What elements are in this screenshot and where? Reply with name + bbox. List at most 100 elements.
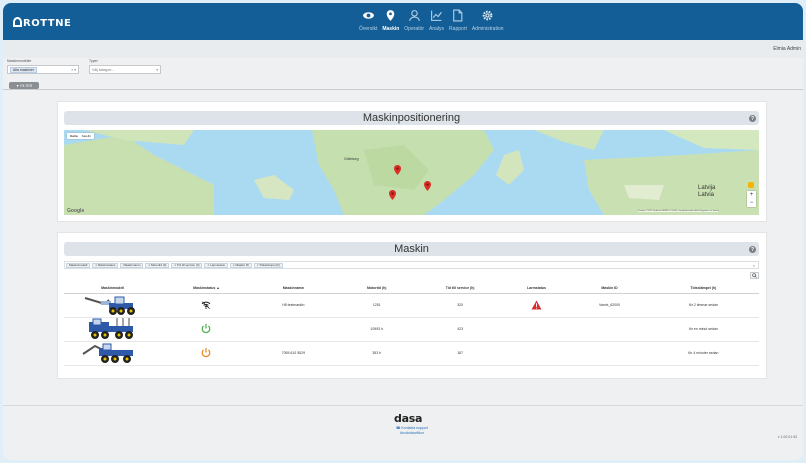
map-panel-title: Maskinpositionering bbox=[64, 111, 759, 125]
filter-toggle-tab[interactable]: ▼ FILTER bbox=[9, 82, 39, 89]
power-green-icon bbox=[202, 323, 211, 334]
nav-rapport[interactable]: Rapport bbox=[449, 9, 467, 39]
table-row[interactable]: 7055 610 5529 353 h 187 för 4 minuter se… bbox=[64, 341, 759, 366]
type-select[interactable]: Välj kategori... ▾ bbox=[89, 65, 161, 74]
machine-status-cell bbox=[161, 317, 252, 342]
terms-link[interactable]: Användarvillkor bbox=[396, 431, 428, 436]
column-chip[interactable]: Maskinmodell bbox=[66, 262, 91, 268]
map-type-satellite[interactable]: Satellit bbox=[82, 134, 91, 138]
column-chip[interactable]: Maskinnamn bbox=[120, 262, 144, 268]
harvester-machine-image bbox=[84, 296, 135, 315]
street-view-pegman-icon[interactable] bbox=[748, 182, 754, 188]
table-row[interactable]: H8 testmaskin 1251 320 Vamix_62000 för 2… bbox=[64, 293, 759, 318]
header-maskin-id[interactable]: Maskin ID bbox=[571, 283, 648, 294]
machine-model-select[interactable]: Alla maskiner × ▾ bbox=[7, 65, 79, 74]
zoom-control: + − bbox=[747, 191, 756, 207]
chart-icon bbox=[431, 10, 442, 21]
help-icon[interactable]: ? bbox=[749, 246, 756, 253]
column-chip[interactable]: × Maskin ID bbox=[229, 262, 252, 268]
column-chip[interactable]: × Tidsstämpel (h) bbox=[253, 262, 283, 268]
alarm-status-cell bbox=[501, 293, 572, 318]
machine-id-cell bbox=[571, 341, 648, 366]
gear-icon bbox=[482, 10, 493, 21]
machine-model-label: Maskinmodeller bbox=[7, 59, 32, 63]
footer-links: ☎ Kontakta support Användarvillkor bbox=[396, 426, 428, 435]
table-row[interactable]: 10993 h 423 för en minut sedan bbox=[64, 317, 759, 342]
machine-id-cell: Vamix_62000 bbox=[571, 293, 648, 318]
map-type-map[interactable]: Karta bbox=[70, 134, 78, 138]
machine-chip[interactable]: Alla maskiner bbox=[10, 66, 38, 73]
machine-status-cell bbox=[161, 341, 252, 366]
wifi-icon bbox=[202, 301, 211, 309]
machine-map-pin[interactable] bbox=[389, 190, 396, 201]
document-icon bbox=[453, 9, 463, 22]
timestamp-cell: för en minut sedan bbox=[647, 317, 759, 342]
zoom-out-button[interactable]: − bbox=[747, 199, 756, 207]
search-icon bbox=[752, 273, 757, 278]
motor-time-cell: 1251 bbox=[335, 293, 419, 318]
machine-model-cell bbox=[64, 317, 162, 342]
nav-administration[interactable]: Administration bbox=[472, 9, 504, 39]
nav-analys[interactable]: Analys bbox=[429, 9, 444, 39]
app-window: ROTTNE Översikt Maskin Operatör Analys R… bbox=[3, 3, 803, 460]
filter-bar: Maskinmodeller Alla maskiner × ▾ Typer V… bbox=[7, 59, 161, 74]
google-logo: Google bbox=[67, 208, 85, 214]
machine-model-filter: Maskinmodeller Alla maskiner × ▾ bbox=[7, 59, 79, 74]
service-time-cell: 320 bbox=[418, 293, 502, 318]
contact-support-link[interactable]: ☎ Kontakta support bbox=[396, 426, 428, 431]
person-icon bbox=[408, 10, 420, 22]
map-label-goteborg: Göteborg bbox=[344, 157, 359, 161]
map-pin-icon bbox=[387, 10, 395, 21]
app-version: v 1.00.01.93 bbox=[777, 435, 797, 439]
header-maskinstatus[interactable]: Maskinstatus ▲ bbox=[161, 283, 252, 294]
clear-columns-button[interactable]: × bbox=[753, 263, 755, 268]
alarm-status-cell bbox=[501, 341, 572, 366]
header-motortid[interactable]: Motortid (h) bbox=[335, 283, 419, 294]
map-label-latvia: Latvia bbox=[698, 192, 715, 198]
header-tidsstampel[interactable]: Tidsstämpel (h) bbox=[647, 283, 759, 294]
type-filter: Typer Välj kategori... ▾ bbox=[89, 59, 161, 74]
top-navigation-bar: ROTTNE Översikt Maskin Operatör Analys R… bbox=[3, 3, 803, 40]
timestamp-cell: för 4 minuter sedan bbox=[647, 341, 759, 366]
motor-time-cell: 353 h bbox=[335, 341, 419, 366]
eye-icon bbox=[362, 12, 374, 19]
machine-map[interactable]: Karta Satellit Göteborg Latvija Latvia G… bbox=[64, 130, 759, 215]
table-search-button[interactable] bbox=[750, 272, 759, 279]
header-tid-till-service[interactable]: Tid till service (h) bbox=[418, 283, 502, 294]
rottne-logo[interactable]: ROTTNE bbox=[13, 17, 71, 29]
logo-mark-icon bbox=[13, 17, 22, 27]
machine-name-cell bbox=[251, 317, 336, 342]
nav-operator[interactable]: Operatör bbox=[404, 9, 424, 39]
nav-oversikt[interactable]: Översikt bbox=[359, 9, 377, 39]
header-larmstatus[interactable]: Larmstatus bbox=[501, 283, 572, 294]
clear-dropdown-icon[interactable]: × ▾ bbox=[71, 68, 76, 72]
column-chip[interactable]: × Maskinstatus bbox=[92, 262, 119, 268]
contact-support-label: Kontakta support bbox=[401, 426, 428, 430]
column-chip[interactable]: × Tid till service (h) bbox=[171, 262, 203, 268]
table-header-row: Maskinmodell Maskinstatus ▲ Maskinnamn M… bbox=[64, 283, 759, 294]
service-time-cell: 423 bbox=[418, 317, 502, 342]
main-nav: Översikt Maskin Operatör Analys Rapport … bbox=[359, 9, 504, 39]
header-maskinnamn[interactable]: Maskinnamn bbox=[251, 283, 336, 294]
footer-divider bbox=[3, 405, 803, 406]
machine-model-cell bbox=[64, 341, 162, 366]
user-menu[interactable]: Elmia Admin bbox=[773, 46, 801, 52]
header-maskinmodell[interactable]: Maskinmodell bbox=[64, 283, 162, 294]
map-label-latvija: Latvija bbox=[698, 185, 716, 191]
machine-map-pin[interactable] bbox=[424, 181, 431, 192]
column-chip[interactable]: × Larmstatus bbox=[204, 262, 228, 268]
motor-time-cell: 10993 h bbox=[335, 317, 419, 342]
nav-maskin[interactable]: Maskin bbox=[382, 9, 399, 39]
map-land-shapes bbox=[64, 130, 759, 215]
type-placeholder: Välj kategori... bbox=[92, 67, 115, 72]
user-strip bbox=[3, 40, 803, 58]
alarm-warning-icon[interactable] bbox=[531, 299, 542, 310]
zoom-in-button[interactable]: + bbox=[747, 191, 756, 199]
machine-status-cell bbox=[161, 293, 252, 318]
column-chip[interactable]: × Motortid (h) bbox=[145, 262, 170, 268]
dasa-logo: dasa bbox=[394, 412, 423, 425]
chevron-down-icon: ▾ bbox=[156, 67, 158, 72]
column-selector[interactable]: Maskinmodell × Maskinstatus Maskinnamn ×… bbox=[64, 261, 759, 269]
machine-map-pin[interactable] bbox=[394, 165, 401, 176]
help-icon[interactable]: ? bbox=[749, 115, 756, 122]
